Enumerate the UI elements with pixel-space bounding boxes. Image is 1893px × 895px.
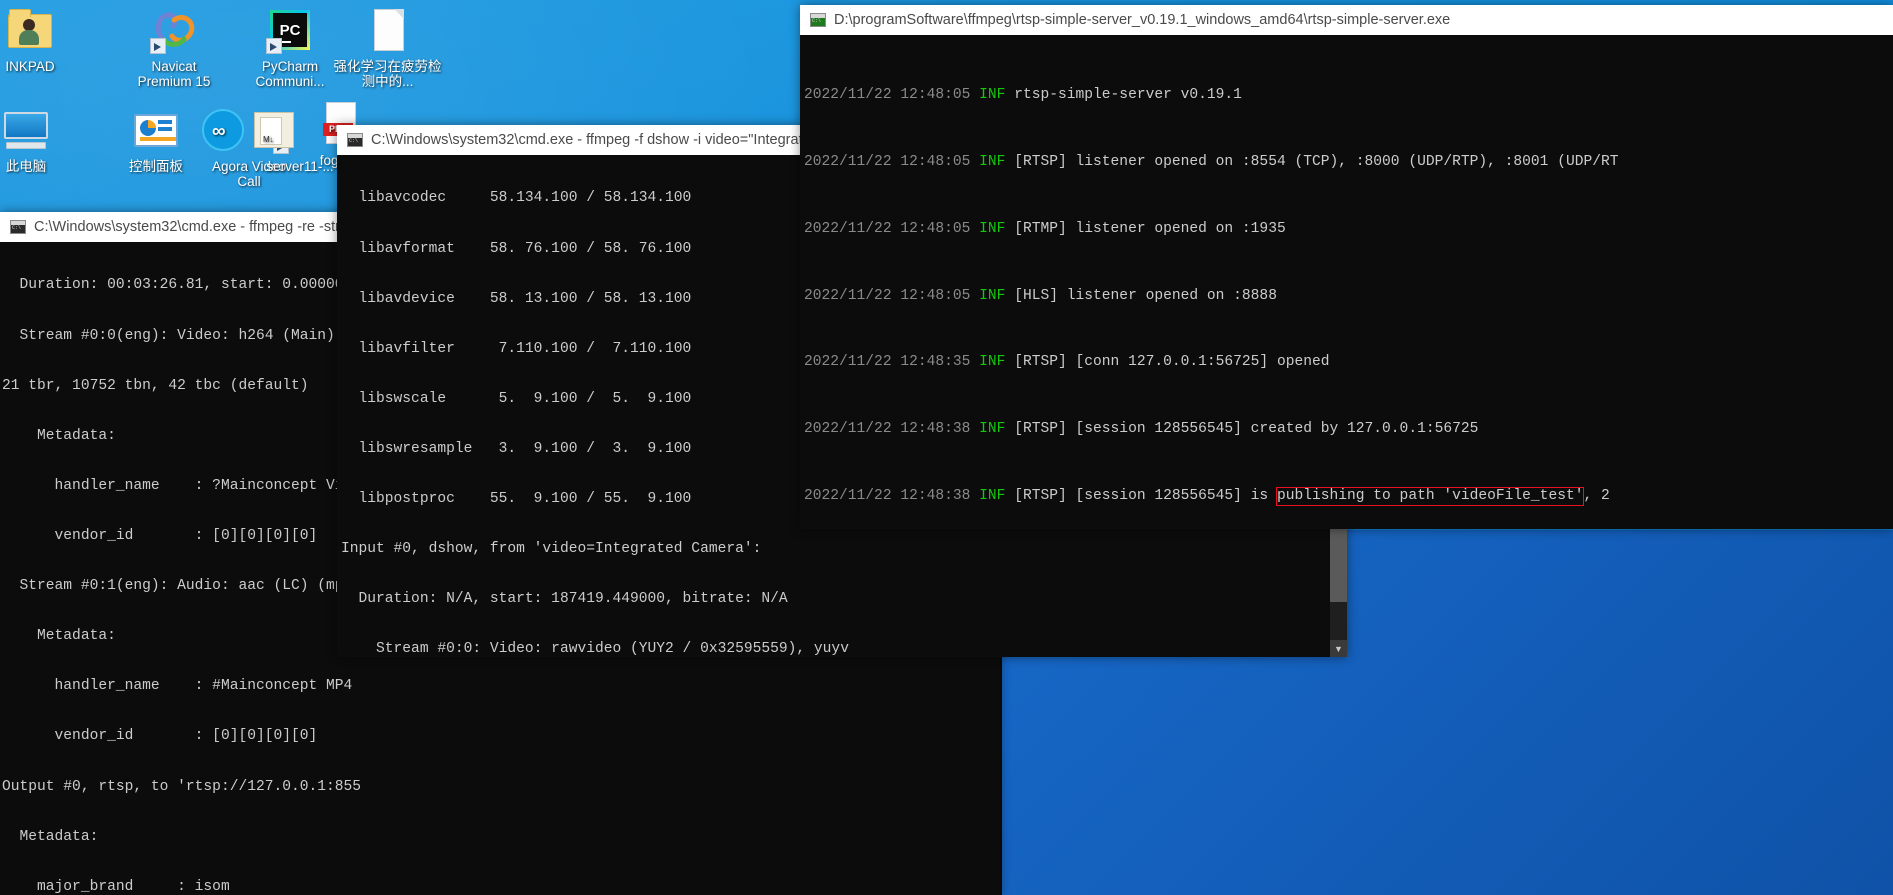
log-level: INF xyxy=(979,421,1006,438)
log-message-suffix: , 2 xyxy=(1583,487,1610,504)
log-line: 2022/11/22 12:48:35 INF [RTSP] [conn 127… xyxy=(804,354,1893,371)
log-level: INF xyxy=(979,220,1006,237)
desktop-icon-doc-rl-fatigue[interactable]: 强化学习在疲劳检测中的... xyxy=(330,6,445,89)
desktop-icon-navicat[interactable]: Navicat Premium 15 xyxy=(124,6,224,89)
console-line: Metadata: xyxy=(2,828,99,845)
console-line: Input #0, dshow, from 'video=Integrated … xyxy=(341,541,762,558)
log-timestamp: 2022/11/22 12:48:05 xyxy=(804,287,971,304)
desktop-icon-this-pc[interactable]: 此电脑 xyxy=(0,106,76,174)
log-line: 2022/11/22 12:48:05 INF [RTMP] listener … xyxy=(804,221,1893,238)
log-message: [HLS] listener opened on :8888 xyxy=(1014,287,1277,304)
desktop-icon-label: INKPAD xyxy=(5,59,55,74)
document-icon xyxy=(364,6,412,54)
log-level: INF xyxy=(979,354,1006,371)
console-line: Stream #0:0: Video: rawvideo (YUY2 / 0x3… xyxy=(341,641,849,657)
log-line: 2022/11/22 12:48:05 INF rtsp-simple-serv… xyxy=(804,87,1893,104)
desktop-icon-label: 强化学习在疲劳检测中的... xyxy=(333,59,442,89)
log-level: INF xyxy=(979,487,1006,504)
desktop-icon-thinkpad-folder[interactable]: INKPAD xyxy=(0,6,80,74)
folder-person-icon xyxy=(6,6,54,54)
desktop-icon-server11-folder[interactable]: M↓ server11-... xyxy=(204,106,334,174)
log-timestamp: 2022/11/22 12:48:35 xyxy=(804,354,971,371)
log-line: 2022/11/22 12:48:05 INF [HLS] listener o… xyxy=(804,288,1893,305)
shortcut-overlay-icon xyxy=(150,38,166,54)
highlight-publishing-videofile: publishing to path 'videoFile_test' xyxy=(1275,487,1585,506)
pycharm-icon: PC xyxy=(266,6,314,54)
titlebar-rtsp-server[interactable]: D:\programSoftware\ffmpeg\rtsp-simple-se… xyxy=(800,5,1893,35)
console-icon xyxy=(10,220,26,234)
log-level: INF xyxy=(979,287,1006,304)
desktop-icon-label: PyCharm Communi... xyxy=(255,59,325,89)
log-line: 2022/11/22 12:48:05 INF [RTSP] listener … xyxy=(804,154,1893,171)
scroll-down-arrow-icon[interactable]: ▼ xyxy=(1330,640,1347,657)
console-line: handler_name : #Mainconcept MP4 xyxy=(2,678,353,695)
log-timestamp: 2022/11/22 12:48:38 xyxy=(804,487,971,504)
log-message: [RTMP] listener opened on :1935 xyxy=(1014,220,1286,237)
desktop-background: INKPAD Navicat Premium 15 PC PyCharm Com… xyxy=(0,0,1893,895)
log-timestamp: 2022/11/22 12:48:05 xyxy=(804,220,971,237)
window-title: C:\Windows\system32\cmd.exe - ffmpeg -f … xyxy=(371,132,819,148)
desktop-icon-pycharm[interactable]: PC PyCharm Communi... xyxy=(240,6,340,89)
desktop-icon-label: 此电脑 xyxy=(5,159,47,174)
monitor-icon xyxy=(2,106,50,154)
log-line-highlighted: 2022/11/22 12:48:38 INF [RTSP] [session … xyxy=(804,487,1893,506)
log-level: INF xyxy=(979,153,1006,170)
desktop-icon-label: Navicat Premium 15 xyxy=(137,59,211,89)
log-timestamp: 2022/11/22 12:48:38 xyxy=(804,421,971,438)
log-message: [RTSP] [session 128556545] created by 12… xyxy=(1014,421,1479,438)
window-title: C:\Windows\system32\cmd.exe - ffmpeg -re… xyxy=(34,219,357,235)
log-timestamp: 2022/11/22 12:48:05 xyxy=(804,87,971,104)
log-message: [RTSP] [conn 127.0.0.1:56725] opened xyxy=(1014,354,1330,371)
log-line: 2022/11/22 12:48:38 INF [RTSP] [session … xyxy=(804,421,1893,438)
console-icon xyxy=(810,13,826,27)
shortcut-overlay-icon xyxy=(266,38,282,54)
log-message-prefix: [RTSP] [session 128556545] is xyxy=(1014,487,1277,504)
console-line: vendor_id : [0][0][0][0] xyxy=(2,728,318,745)
navicat-icon xyxy=(150,6,198,54)
log-level: INF xyxy=(979,87,1006,104)
console-output-rtsp-server: 2022/11/22 12:48:05 INF rtsp-simple-serv… xyxy=(800,35,1893,529)
console-line: major_brand : isom xyxy=(2,878,230,895)
log-message: rtsp-simple-server v0.19.1 xyxy=(1014,87,1242,104)
console-icon xyxy=(347,133,363,147)
console-line: Duration: N/A, start: 187419.449000, bit… xyxy=(341,591,788,608)
window-rtsp-simple-server[interactable]: D:\programSoftware\ffmpeg\rtsp-simple-se… xyxy=(800,5,1893,529)
log-message: [RTSP] listener opened on :8554 (TCP), :… xyxy=(1014,153,1619,170)
console-line: Output #0, rtsp, to 'rtsp://127.0.0.1:85… xyxy=(2,778,362,795)
window-title: D:\programSoftware\ffmpeg\rtsp-simple-se… xyxy=(834,12,1451,28)
log-timestamp: 2022/11/22 12:48:05 xyxy=(804,153,971,170)
